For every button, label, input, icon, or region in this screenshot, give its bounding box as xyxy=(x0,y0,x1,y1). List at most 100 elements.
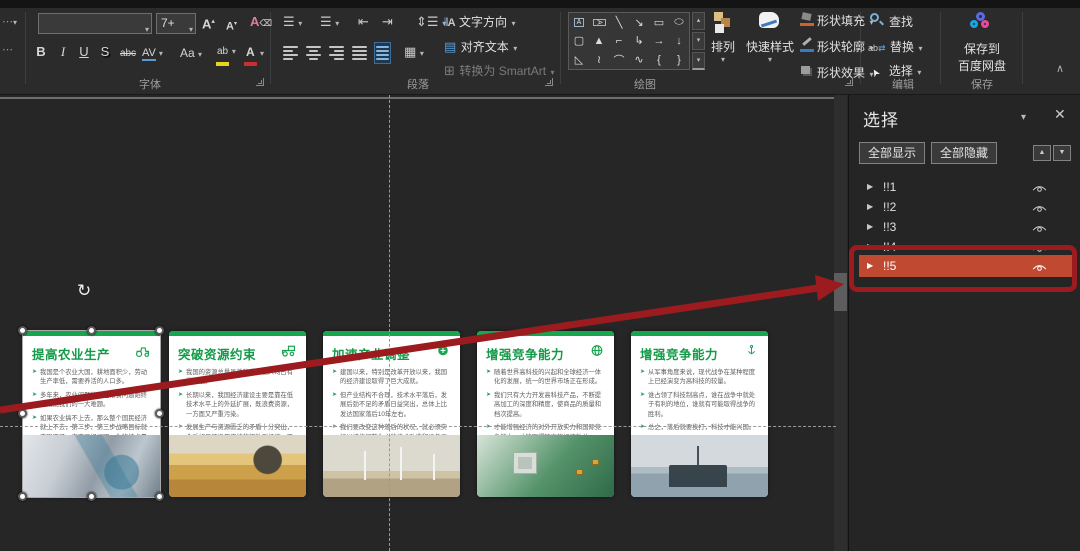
italic-button[interactable]: I xyxy=(55,42,71,62)
vertical-guide[interactable] xyxy=(389,95,390,551)
selection-pane-title: 选择 xyxy=(863,106,899,131)
find-button[interactable]: 查找 xyxy=(870,13,913,31)
card-accelerate-industry-adjustment[interactable]: 加速产业调整 ➤建国以来，特别是改革开放以来，我国的经济建设取得了巨大成就。 ➤… xyxy=(323,331,460,497)
resize-handle-sw[interactable] xyxy=(18,492,27,501)
underline-button[interactable]: U xyxy=(76,42,92,62)
horizontal-guide[interactable] xyxy=(0,426,836,427)
arrow-shape-icon[interactable]: ↘ xyxy=(629,13,649,32)
expand-triangle-icon[interactable]: ▶ xyxy=(867,202,873,211)
resize-handle-nw[interactable] xyxy=(18,326,27,335)
resize-handle-se[interactable] xyxy=(155,492,164,501)
card-enhance-competitiveness-2[interactable]: 增强竞争能力 ➤从军事角度来说，现代战争在某种程度上已经演变为高科技的较量。 ➤… xyxy=(631,331,768,497)
expand-triangle-icon[interactable]: ▶ xyxy=(867,182,873,191)
arc-shape-icon[interactable]: ⌒ xyxy=(609,50,629,69)
quick-styles-button[interactable]: 快速样式 ▾ xyxy=(744,12,796,64)
shape-gallery[interactable]: A A ╲ ↘ ▭ ⬭ ▢ ▲ ⌐ ↳ → ↓ ◺ ≀ ⌒ ∿ { } xyxy=(568,12,690,70)
shape-gallery-down-button[interactable]: ▾ xyxy=(692,32,705,50)
justify-button[interactable] xyxy=(352,44,367,62)
rectangle-shape-icon[interactable]: ▭ xyxy=(649,13,669,32)
selection-item[interactable]: ▶ !!4 xyxy=(849,237,1080,257)
resize-handle-e[interactable] xyxy=(155,409,164,418)
strikethrough-button[interactable]: abc xyxy=(117,44,139,64)
shrink-font-button[interactable]: A▾ xyxy=(226,14,237,37)
right-brace-shape-icon[interactable]: } xyxy=(669,50,689,69)
curve-shape-icon[interactable]: ∿ xyxy=(629,50,649,69)
canvas-scrollbar-thumb[interactable] xyxy=(834,273,847,311)
card-improve-agriculture[interactable]: 提高农业生产 ➤我国是个农业大国，耕地面积少，劳动生产率低，需要养活的人口多。 … xyxy=(23,331,160,497)
align-left-button[interactable] xyxy=(283,44,298,62)
find-icon xyxy=(870,13,879,22)
bold-button[interactable]: B xyxy=(33,42,49,62)
elbow-connector-icon[interactable]: ⌐ xyxy=(609,32,629,51)
distribute-text-button-active[interactable] xyxy=(375,43,390,63)
line-spacing-button[interactable]: ⇕☰ ▾ xyxy=(416,14,446,30)
columns-button[interactable]: ▦ ▾ xyxy=(404,44,424,60)
align-text-button[interactable]: ▤ 对齐文本 ▾ xyxy=(444,38,517,56)
left-brace-shape-icon[interactable]: { xyxy=(649,50,669,69)
reorder-up-button[interactable]: ▲ xyxy=(1033,145,1051,161)
clear-formatting-icon[interactable]: A⌫ xyxy=(250,12,272,33)
hide-all-button[interactable]: 全部隐藏 xyxy=(931,142,997,164)
clipped-toolbar-icon[interactable]: ⋯▾ xyxy=(2,12,17,33)
right-arrow-shape-icon[interactable]: → xyxy=(649,32,669,51)
selection-item[interactable]: ▶ !!1 xyxy=(849,177,1080,197)
align-center-button[interactable] xyxy=(306,44,321,62)
text-shadow-button[interactable]: S xyxy=(97,42,113,62)
clipped-toolbar-icon[interactable]: ⋯ xyxy=(2,40,13,60)
numbering-button[interactable]: ☰ ▾ xyxy=(320,14,339,30)
arrange-button[interactable]: 排列 ▾ xyxy=(706,12,740,64)
resize-handle-n[interactable] xyxy=(87,326,96,335)
down-arrow-shape-icon[interactable]: ↓ xyxy=(669,32,689,51)
font-size-combobox[interactable]: 7+▾ xyxy=(156,13,196,34)
shape-fill-button[interactable]: 形状填充 ▾ xyxy=(800,12,873,30)
vertical-text-box-icon[interactable]: A xyxy=(593,19,606,26)
text-direction-button[interactable]: ⫴A 文字方向 ▾ xyxy=(444,13,516,31)
triangle-shape-icon[interactable]: ▲ xyxy=(589,32,609,51)
shape-gallery-up-button[interactable]: ▴ xyxy=(692,12,705,30)
expand-triangle-icon[interactable]: ▶ xyxy=(867,222,873,231)
corner-shape-icon[interactable]: ◺ xyxy=(569,50,589,69)
replace-button[interactable]: ab⇄ 替换 ▾ xyxy=(868,38,923,56)
character-spacing-button[interactable]: AV ▾ xyxy=(142,43,163,64)
change-case-button[interactable]: Aa ▾ xyxy=(180,43,202,65)
rotate-handle[interactable]: ↻ xyxy=(77,281,91,301)
grow-font-button[interactable]: A▴ xyxy=(202,12,215,34)
resize-handle-ne[interactable] xyxy=(155,326,164,335)
oval-shape-icon[interactable]: ⬭ xyxy=(669,13,689,32)
resize-handle-s[interactable] xyxy=(87,492,96,501)
save-to-baidu-netdisk-button[interactable]: 保存到 百度网盘 xyxy=(946,12,1018,74)
horizontal-text-box-icon[interactable]: A xyxy=(574,18,585,27)
freeform-shape-icon[interactable]: ≀ xyxy=(589,50,609,69)
paragraph-dialog-launcher[interactable] xyxy=(545,78,553,86)
highlight-color-button[interactable]: ab ▾ xyxy=(216,42,236,66)
close-icon[interactable]: ✕ xyxy=(1054,106,1066,123)
decrease-indent-button[interactable]: ⇤ xyxy=(358,14,369,30)
resize-handle-w[interactable] xyxy=(18,409,27,418)
align-right-button[interactable] xyxy=(329,44,344,62)
collapse-ribbon-button[interactable]: ∧ xyxy=(1056,62,1064,75)
selection-item-selected[interactable]: ▶ !!5 xyxy=(849,256,1080,276)
shape-gallery-more-button[interactable]: ▾ xyxy=(692,52,705,70)
increase-indent-button[interactable]: ⇥ xyxy=(382,14,393,30)
selection-pane-menu-chevron[interactable]: ▾ xyxy=(1021,112,1026,123)
shape-outline-button[interactable]: 形状轮廓 ▾ xyxy=(800,38,873,56)
line-shape-icon[interactable]: ╲ xyxy=(609,13,629,32)
expand-triangle-icon[interactable]: ▶ xyxy=(867,261,873,270)
coin-icon xyxy=(435,343,451,363)
card-break-resource-constraints[interactable]: 突破资源约束 ➤我国的资源总量虽然较大，但人均占有量很低。 ➤长期以来，我国经济… xyxy=(169,331,306,497)
bullets-button[interactable]: ☰ ▾ xyxy=(283,14,302,30)
rounded-rectangle-shape-icon[interactable]: ▢ xyxy=(569,32,589,51)
show-all-button[interactable]: 全部显示 xyxy=(859,142,925,164)
font-name-combobox[interactable]: ▾ xyxy=(38,13,152,34)
card-bullets: ➤随着世界高科技的兴起和全球经济一体化的发展，统一的世界市场正在形成。 ➤我们只… xyxy=(477,366,614,442)
reorder-down-button[interactable]: ▼ xyxy=(1053,145,1071,161)
canvas-scrollbar-track[interactable] xyxy=(834,95,847,551)
elbow-arrow-connector-icon[interactable]: ↳ xyxy=(629,32,649,51)
selection-item[interactable]: ▶ !!3 xyxy=(849,217,1080,237)
font-dialog-launcher[interactable] xyxy=(256,78,264,86)
visibility-eye-icon[interactable] xyxy=(1031,260,1048,278)
font-color-button[interactable]: A ▾ xyxy=(244,42,264,66)
card-enhance-competitiveness-1[interactable]: 增强竞争能力 ➤随着世界高科技的兴起和全球经济一体化的发展，统一的世界市场正在形… xyxy=(477,331,614,497)
selection-item[interactable]: ▶ !!2 xyxy=(849,197,1080,217)
expand-triangle-icon[interactable]: ▶ xyxy=(867,242,873,251)
